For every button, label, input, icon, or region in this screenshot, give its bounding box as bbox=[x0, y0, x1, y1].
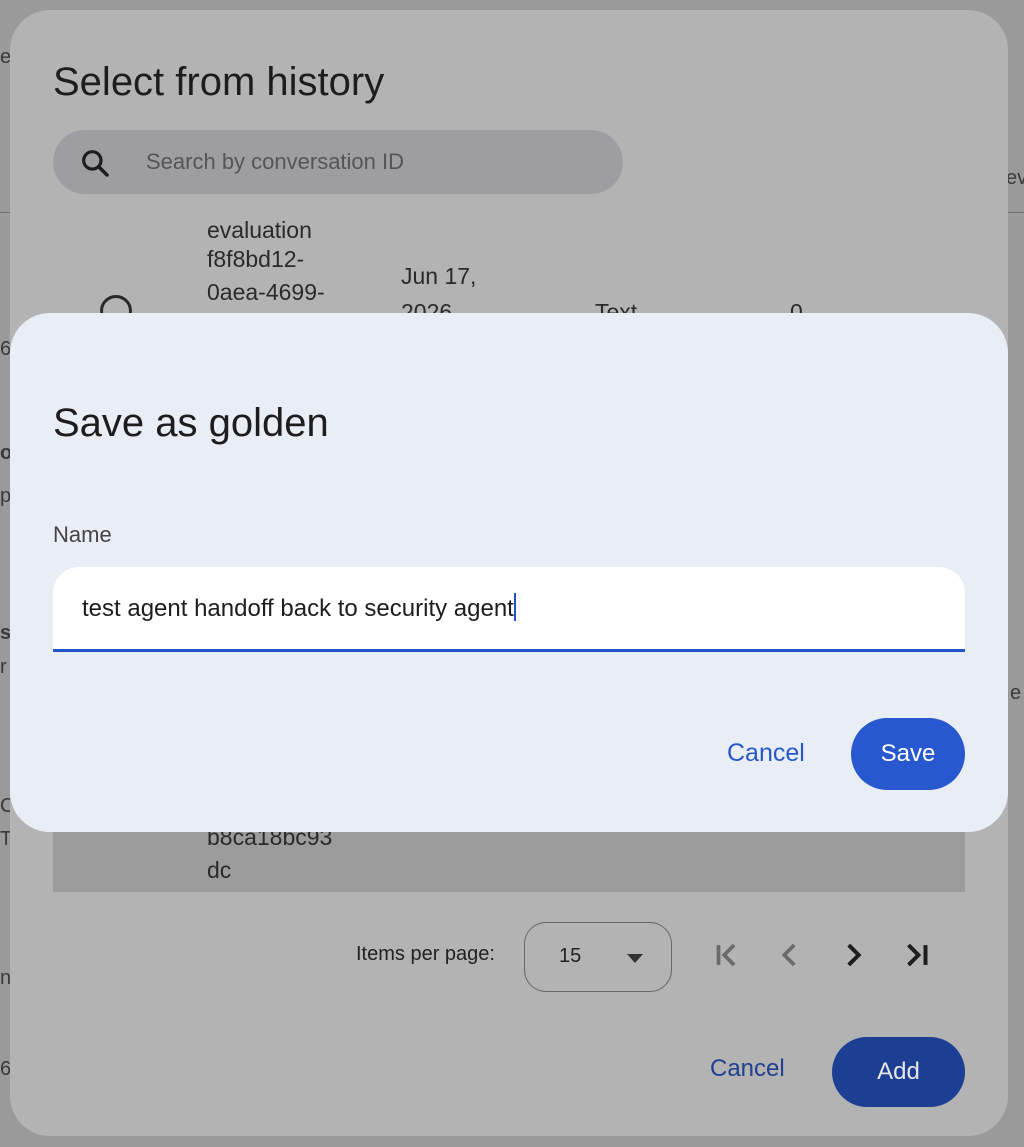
conversation-id-line: 0aea-4699- bbox=[207, 279, 325, 305]
items-per-page-select[interactable]: 15 bbox=[524, 922, 672, 992]
date-line: Jun 17, bbox=[401, 263, 477, 289]
save-as-golden-dialog: Save as golden Name test agent handoff b… bbox=[10, 313, 1008, 832]
conversation-id-line: dc bbox=[207, 857, 232, 883]
last-page-icon[interactable] bbox=[900, 938, 934, 972]
name-input-value[interactable]: test agent handoff back to security agen… bbox=[82, 595, 514, 622]
items-per-page-label: Items per page: bbox=[356, 943, 495, 965]
dialog-title: Select from history bbox=[53, 60, 385, 104]
bg-fragment: ev bbox=[1006, 167, 1024, 189]
name-input[interactable]: test agent handoff back to security agen… bbox=[53, 567, 965, 652]
first-page-icon[interactable] bbox=[710, 938, 744, 972]
conversation-id-line: evaluation bbox=[207, 217, 312, 243]
bg-fragment: r bbox=[0, 656, 7, 678]
cancel-button[interactable]: Cancel bbox=[727, 739, 805, 768]
search-field[interactable]: Search by conversation ID bbox=[53, 130, 623, 194]
items-per-page-value: 15 bbox=[559, 945, 582, 967]
text-cursor bbox=[513, 593, 516, 621]
next-page-icon[interactable] bbox=[836, 938, 870, 972]
save-button[interactable]: Save bbox=[851, 718, 965, 790]
name-field-label: Name bbox=[53, 522, 112, 547]
conversation-id-line: f8f8bd12- bbox=[207, 246, 305, 272]
cancel-button[interactable]: Cancel bbox=[710, 1055, 785, 1083]
dropdown-arrow-icon bbox=[627, 954, 643, 963]
bg-fragment: e bbox=[1010, 682, 1022, 704]
search-icon bbox=[82, 150, 109, 177]
dialog-title: Save as golden bbox=[53, 401, 329, 445]
add-button[interactable]: Add bbox=[832, 1037, 965, 1107]
previous-page-icon[interactable] bbox=[773, 938, 807, 972]
search-input[interactable]: Search by conversation ID bbox=[146, 149, 404, 175]
